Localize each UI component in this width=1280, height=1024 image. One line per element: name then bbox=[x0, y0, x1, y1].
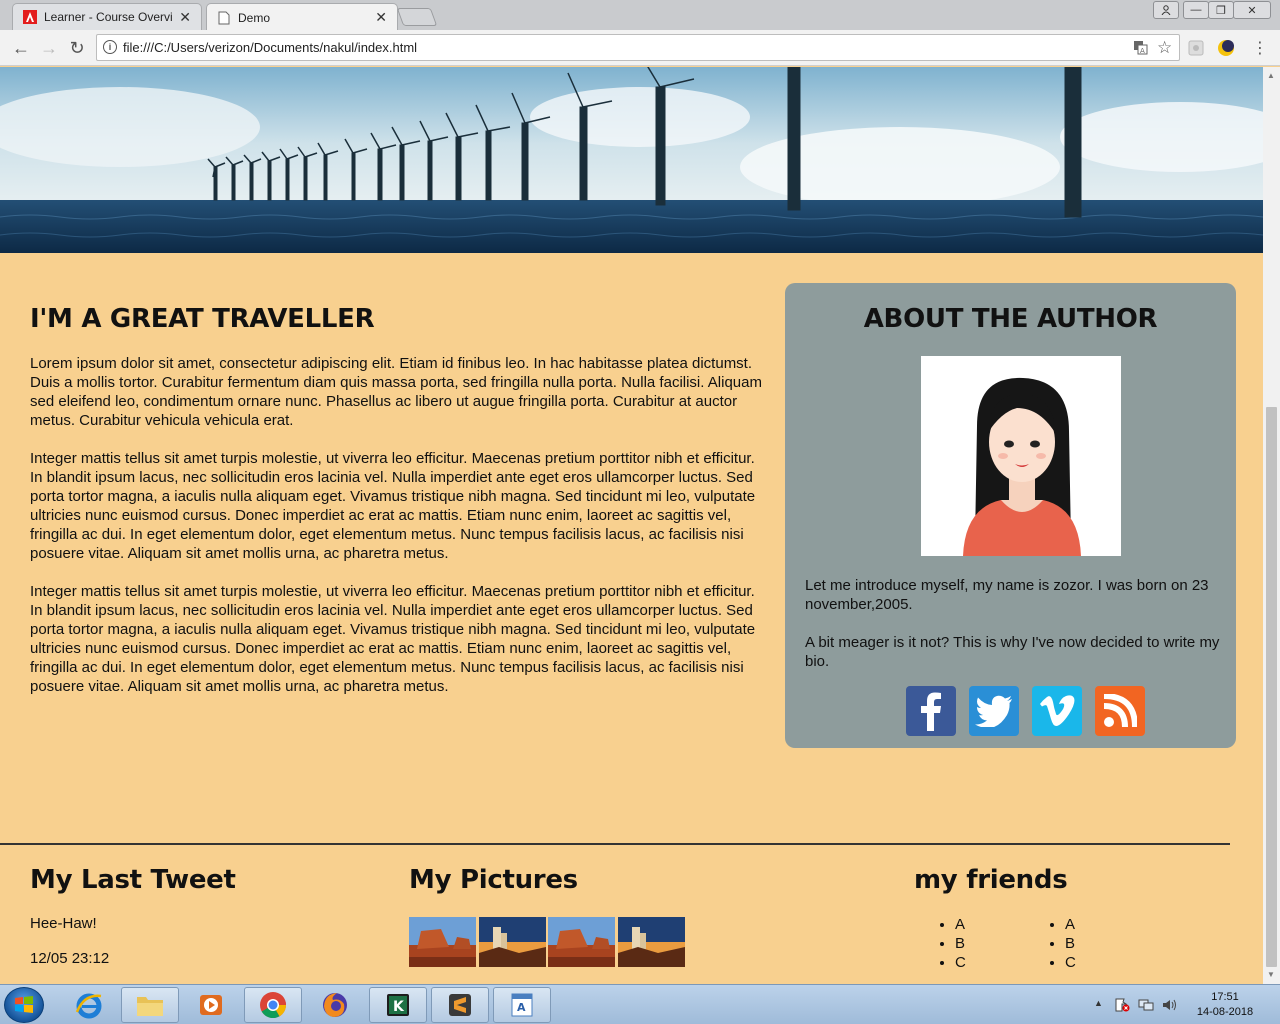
article-title: I'M A GREAT TRAVELLER bbox=[30, 304, 375, 334]
media-player-icon[interactable] bbox=[182, 987, 240, 1023]
about-author-title: ABOUT THE AUTHOR bbox=[863, 304, 1158, 334]
night-mode-icon[interactable] bbox=[1216, 38, 1236, 58]
author-avatar bbox=[921, 356, 1121, 556]
scroll-up-icon[interactable]: ▲ bbox=[1267, 71, 1275, 80]
browser-toolbar: ← → ↻ i file:///C:/Users/verizon/Documen… bbox=[0, 30, 1280, 66]
tab-title: Demo bbox=[238, 10, 271, 25]
article-paragraph: Integer mattis tellus sit amet turpis mo… bbox=[30, 450, 756, 562]
internet-explorer-icon[interactable] bbox=[60, 987, 118, 1023]
list-item: B bbox=[955, 934, 966, 953]
tab-learner[interactable]: Learner - Course Overview ✕ bbox=[12, 3, 202, 30]
menu-icon[interactable]: ⋮ bbox=[1250, 38, 1270, 58]
tab-strip: Learner - Course Overview ✕ Demo ✕ — ❐ ✕ bbox=[0, 0, 1280, 31]
forward-icon[interactable]: → bbox=[38, 37, 60, 59]
page-content: I'M A GREAT TRAVELLER Lorem ipsum dolor … bbox=[0, 67, 1263, 984]
file-explorer-icon[interactable] bbox=[121, 987, 179, 1023]
page-scrollbar[interactable]: ▲ ▼ bbox=[1263, 67, 1280, 984]
rss-icon[interactable] bbox=[1095, 686, 1145, 736]
close-window-button[interactable]: ✕ bbox=[1233, 1, 1271, 19]
excel-icon[interactable]: K bbox=[369, 987, 427, 1023]
action-center-icon[interactable] bbox=[1114, 998, 1130, 1015]
chrome-icon[interactable] bbox=[244, 987, 302, 1023]
scroll-down-icon[interactable]: ▼ bbox=[1267, 970, 1275, 979]
svg-text:K: K bbox=[393, 999, 405, 1015]
footer-divider bbox=[0, 843, 1230, 845]
scroll-thumb[interactable] bbox=[1266, 407, 1277, 967]
new-tab-button[interactable] bbox=[396, 8, 438, 26]
sublime-text-icon[interactable] bbox=[431, 987, 489, 1023]
taskbar: K A ▲ 17:51 14-08-2018 bbox=[0, 984, 1280, 1024]
list-item: C bbox=[955, 953, 966, 972]
back-icon[interactable]: ← bbox=[10, 37, 32, 59]
clock-date: 14-08-2018 bbox=[1196, 1006, 1254, 1018]
wordpad-icon[interactable]: A bbox=[493, 987, 551, 1023]
svg-text:A: A bbox=[517, 1001, 526, 1014]
list-item: A bbox=[955, 915, 966, 934]
reload-icon[interactable]: ↻ bbox=[66, 37, 88, 59]
close-tab-icon[interactable]: ✕ bbox=[375, 9, 387, 26]
svg-text:A: A bbox=[1140, 47, 1145, 55]
info-icon[interactable]: i bbox=[103, 40, 117, 54]
author-bio: A bit meager is it not? This is why I've… bbox=[805, 634, 1220, 670]
list-item: B bbox=[1065, 934, 1076, 953]
tweet-time: 12/05 23:12 bbox=[30, 950, 110, 967]
network-icon[interactable] bbox=[1138, 998, 1154, 1015]
friends-list: A B C bbox=[1045, 915, 1076, 972]
picture-thumbnail[interactable] bbox=[479, 917, 546, 967]
minimize-button[interactable]: — bbox=[1183, 1, 1209, 19]
author-bio: Let me introduce myself, my name is zozo… bbox=[805, 577, 1209, 613]
tab-demo[interactable]: Demo ✕ bbox=[206, 3, 398, 31]
picture-thumbnail[interactable] bbox=[409, 917, 476, 967]
clock[interactable]: 17:51 14-08-2018 bbox=[1190, 990, 1260, 1020]
vimeo-icon[interactable] bbox=[1032, 686, 1082, 736]
pictures-title: My Pictures bbox=[409, 865, 578, 895]
friends-title: my friends bbox=[914, 865, 1068, 895]
translate-icon[interactable]: A bbox=[1133, 40, 1148, 59]
article-paragraph: Integer mattis tellus sit amet turpis mo… bbox=[30, 583, 756, 695]
firefox-icon[interactable] bbox=[306, 987, 364, 1023]
restore-button[interactable]: ❐ bbox=[1208, 1, 1234, 19]
show-hidden-icons[interactable]: ▲ bbox=[1094, 998, 1103, 1008]
profile-icon[interactable] bbox=[1153, 1, 1179, 19]
list-item: C bbox=[1065, 953, 1076, 972]
extension-icon[interactable] bbox=[1186, 38, 1206, 58]
page-icon bbox=[217, 11, 231, 25]
facebook-icon[interactable] bbox=[906, 686, 956, 736]
friends-list: A B C bbox=[935, 915, 966, 972]
article-paragraph: Lorem ipsum dolor sit amet, consectetur … bbox=[30, 355, 762, 429]
address-text: file:///C:/Users/verizon/Documents/nakul… bbox=[123, 40, 418, 55]
banner-image bbox=[0, 67, 1263, 253]
clock-time: 17:51 bbox=[1211, 991, 1239, 1003]
address-bar[interactable]: i file:///C:/Users/verizon/Documents/nak… bbox=[96, 34, 1180, 61]
close-tab-icon[interactable]: ✕ bbox=[179, 9, 191, 26]
bookmark-star-icon[interactable]: ☆ bbox=[1157, 38, 1172, 58]
adobe-icon bbox=[23, 10, 37, 24]
picture-thumbnail[interactable] bbox=[618, 917, 685, 967]
twitter-icon[interactable] bbox=[969, 686, 1019, 736]
tweet-title: My Last Tweet bbox=[30, 865, 236, 895]
start-button[interactable] bbox=[4, 987, 44, 1023]
list-item: A bbox=[1065, 915, 1076, 934]
tweet-text: Hee-Haw! bbox=[30, 915, 97, 932]
picture-thumbnail[interactable] bbox=[548, 917, 615, 967]
tab-title: Learner - Course Overview bbox=[44, 10, 173, 24]
about-author-panel: ABOUT THE AUTHOR Let me introduce myself… bbox=[785, 283, 1236, 748]
volume-icon[interactable] bbox=[1162, 998, 1178, 1015]
